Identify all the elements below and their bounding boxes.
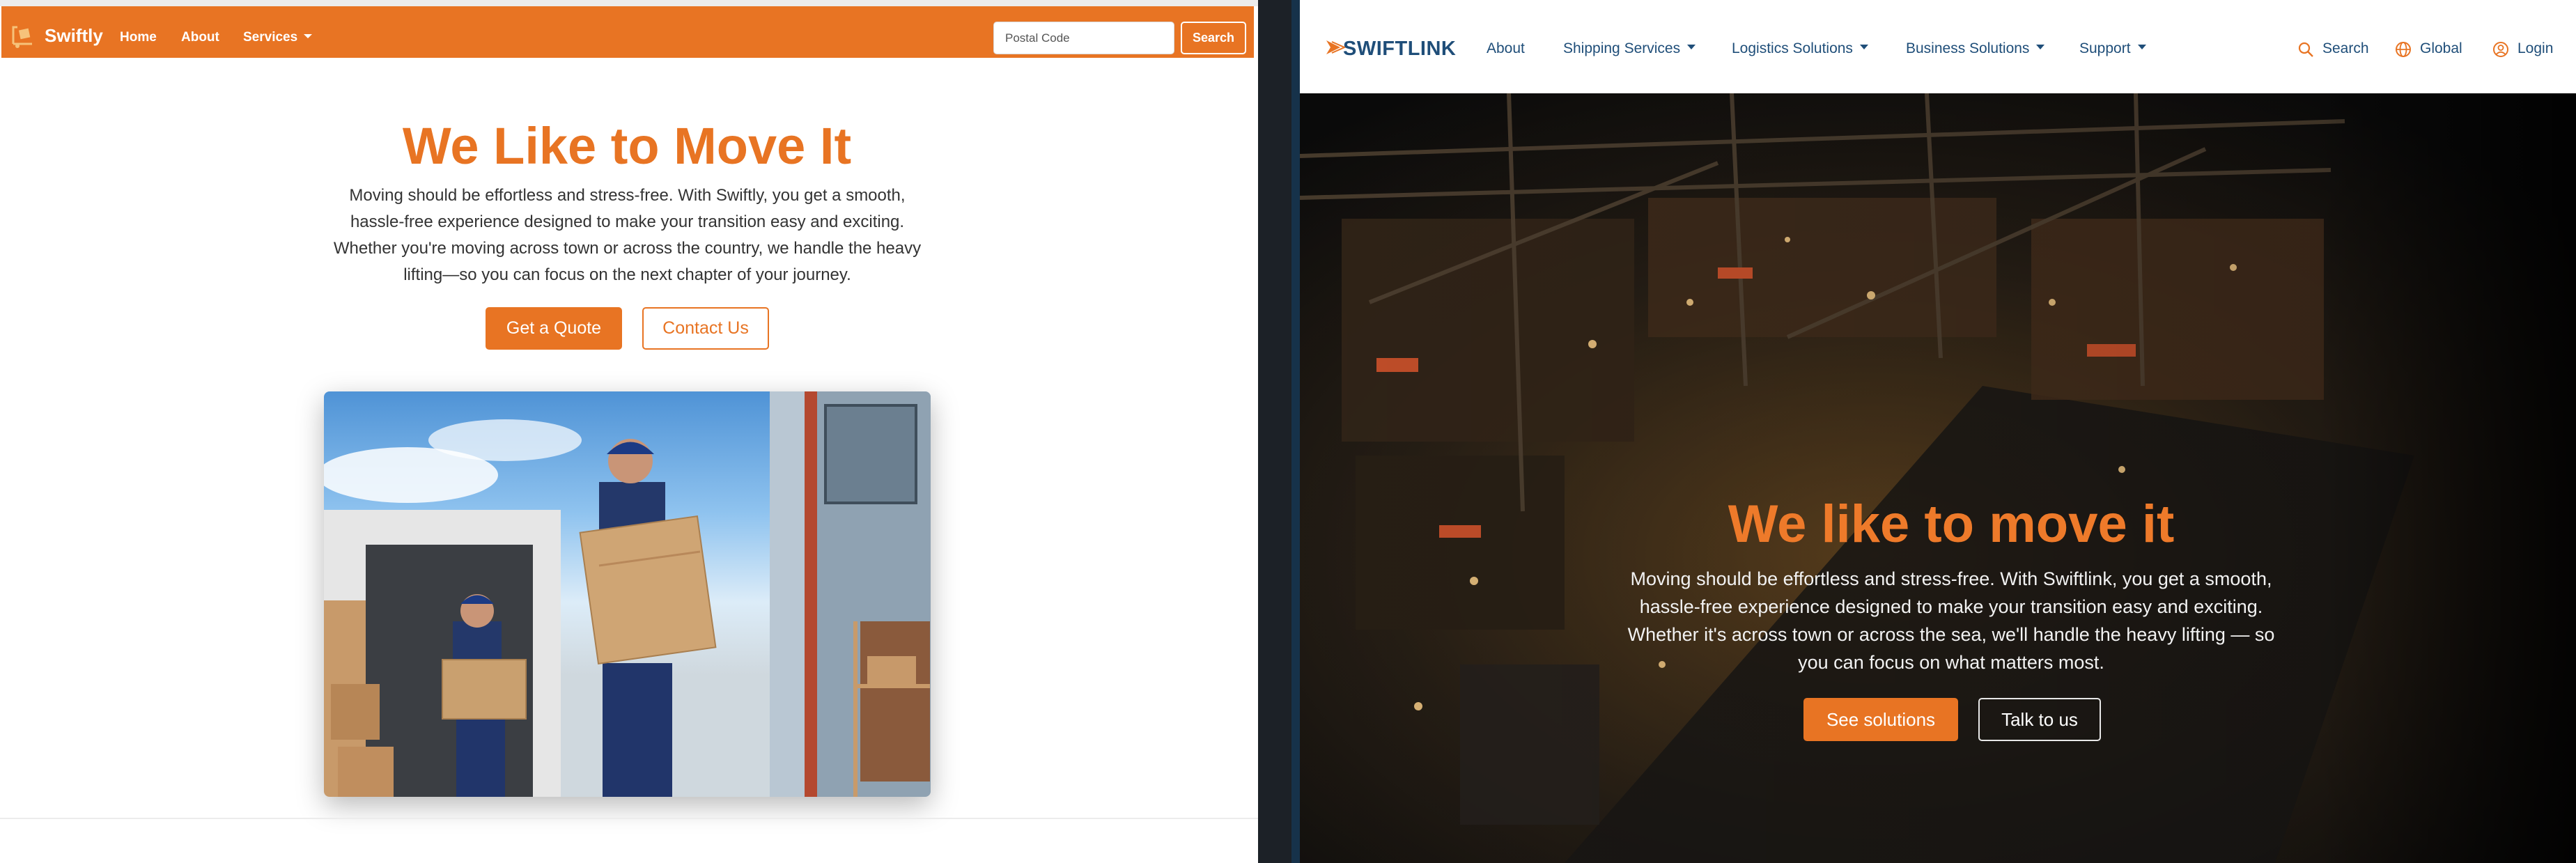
- contact-us-button[interactable]: Contact Us: [642, 307, 769, 350]
- util-login-label: Login: [2517, 40, 2554, 56]
- swiftlink-navbar: SWIFTLINK About Shipping Services Logist…: [1300, 0, 2576, 93]
- postal-code-input[interactable]: [993, 22, 1174, 54]
- swiftlink-window: SWIFTLINK About Shipping Services Logist…: [1300, 0, 2576, 863]
- nav-services-label: Services: [243, 30, 298, 45]
- swiftly-navbar: Swiftly Home About Services Search: [1, 6, 1254, 58]
- night-port-background-image: [1300, 93, 2576, 863]
- get-quote-button[interactable]: Get a Quote: [486, 307, 622, 350]
- util-search-label: Search: [2322, 40, 2369, 56]
- util-global-label: Global: [2420, 40, 2462, 56]
- nav-services-dropdown[interactable]: Services: [243, 29, 313, 46]
- globe-icon: [2396, 42, 2411, 57]
- swiftly-window: Swiftly Home About Services Search We Li…: [0, 0, 1258, 863]
- swiftlink-hero: We like to move it Moving should be effo…: [1300, 93, 2576, 863]
- see-solutions-button[interactable]: See solutions: [1803, 698, 1958, 741]
- split-view-divider[interactable]: [1258, 0, 1300, 863]
- swiftlink-hero-title: We like to move it: [1728, 495, 2175, 554]
- window-top-strip: [0, 0, 1258, 6]
- caret-down-icon: [1687, 44, 1696, 49]
- nav-logistics-solutions-dropdown[interactable]: Logistics Solutions: [1732, 39, 1868, 59]
- section-divider: [0, 818, 1258, 819]
- swiftlink-brand-link[interactable]: SWIFTLINK: [1343, 36, 1456, 61]
- nav-support-label: Support: [2079, 40, 2131, 56]
- caret-down-icon: [2137, 44, 2146, 49]
- swiftly-brand-link[interactable]: Swiftly: [45, 20, 103, 51]
- moving-cart-logo-icon: [12, 26, 32, 48]
- util-search-link[interactable]: Search: [2297, 39, 2369, 59]
- nav-support-dropdown[interactable]: Support: [2079, 39, 2146, 59]
- util-global-link[interactable]: Global: [2395, 39, 2462, 59]
- movers-carrying-boxes-photo: [324, 391, 931, 797]
- nav-shipping-label: Shipping Services: [1563, 40, 1681, 56]
- user-icon: [2493, 42, 2508, 57]
- talk-to-us-button[interactable]: Talk to us: [1978, 698, 2101, 741]
- nav-shipping-services-dropdown[interactable]: Shipping Services: [1563, 39, 1696, 59]
- nav-about-link[interactable]: About: [181, 29, 219, 46]
- nav-about-link[interactable]: About: [1487, 39, 1525, 59]
- nav-business-solutions-dropdown[interactable]: Business Solutions: [1906, 39, 2045, 59]
- nav-home-link[interactable]: Home: [120, 29, 157, 46]
- caret-down-icon: [1859, 44, 1868, 49]
- caret-down-icon: [2036, 44, 2045, 49]
- caret-down-icon: [304, 33, 313, 38]
- divider-edge-strip: [1291, 0, 1300, 863]
- nav-business-label: Business Solutions: [1906, 40, 2030, 56]
- swiftlink-hero-description: Moving should be effortless and stress-f…: [1627, 568, 2275, 673]
- swiftly-hero-title: We Like to Move It: [402, 117, 852, 175]
- nav-logistics-label: Logistics Solutions: [1732, 40, 1853, 56]
- util-login-link[interactable]: Login: [2492, 39, 2553, 59]
- swiftly-hero-description: Moving should be effortless and stress-f…: [333, 186, 922, 284]
- postal-search-button[interactable]: Search: [1181, 22, 1246, 54]
- search-icon: [2298, 42, 2313, 57]
